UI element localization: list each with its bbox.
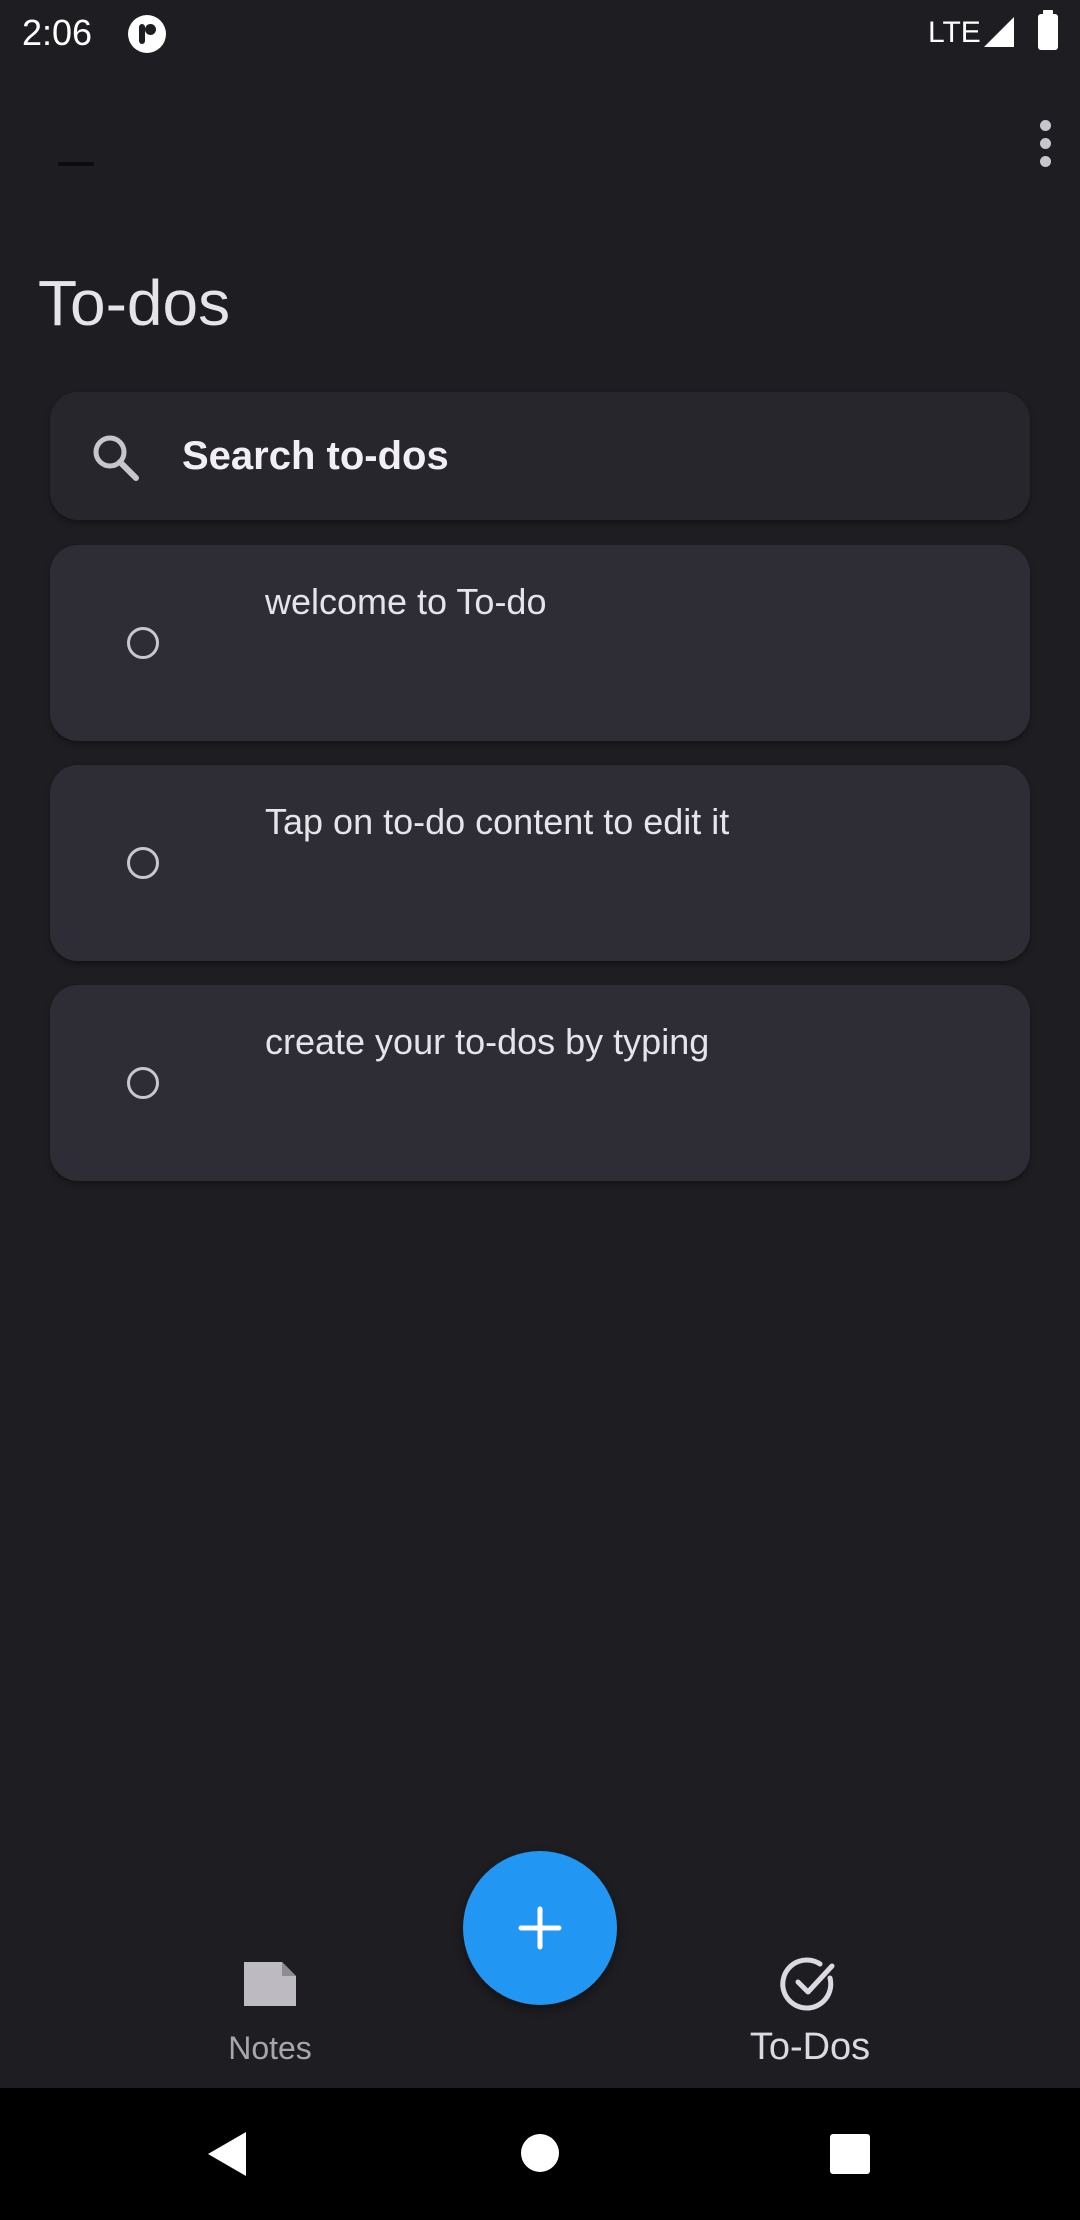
search-bar[interactable]	[50, 392, 1030, 520]
todo-list: welcome to To-do Tap on to-do content to…	[50, 545, 1030, 1205]
pocket-casts-icon	[128, 15, 166, 53]
screen: 2:06 LTE To-dos welcome to To-do Tap on …	[0, 0, 1080, 2220]
nav-item-todos[interactable]: To-Dos	[680, 1930, 940, 2080]
todo-text[interactable]: welcome to To-do	[265, 581, 546, 623]
todo-text[interactable]: create your to-dos by typing	[265, 1021, 709, 1063]
drawer-handle[interactable]	[58, 162, 94, 166]
cell-signal-icon	[984, 17, 1014, 47]
page-title: To-dos	[38, 267, 231, 339]
todo-checkbox[interactable]	[127, 847, 159, 879]
nav-label-todos: To-Dos	[749, 2026, 871, 2068]
system-nav-bar	[0, 2088, 1080, 2220]
todo-item[interactable]: welcome to To-do	[50, 545, 1030, 741]
more-vert-icon[interactable]	[1024, 116, 1068, 172]
status-time: 2:06	[22, 12, 93, 53]
todo-checkbox[interactable]	[127, 627, 159, 659]
search-icon	[93, 435, 139, 481]
todo-text[interactable]: Tap on to-do content to edit it	[265, 801, 729, 843]
nav-item-notes[interactable]: Notes	[140, 1930, 400, 2080]
search-input[interactable]	[182, 430, 982, 482]
todo-item[interactable]: create your to-dos by typing	[50, 985, 1030, 1181]
network-type: LTE	[928, 16, 981, 49]
note-icon	[244, 1962, 296, 2006]
back-icon[interactable]	[206, 2130, 248, 2178]
add-todo-button[interactable]	[463, 1851, 617, 2005]
status-bar: 2:06 LTE	[0, 0, 1080, 66]
todo-item[interactable]: Tap on to-do content to edit it	[50, 765, 1030, 961]
add-icon	[518, 1906, 562, 1950]
battery-icon	[1038, 10, 1058, 50]
recents-icon[interactable]	[830, 2134, 870, 2174]
check-circle-icon	[780, 1957, 835, 2011]
nav-label-notes: Notes	[228, 2030, 312, 2066]
home-icon[interactable]	[521, 2134, 559, 2172]
todo-checkbox[interactable]	[127, 1067, 159, 1099]
